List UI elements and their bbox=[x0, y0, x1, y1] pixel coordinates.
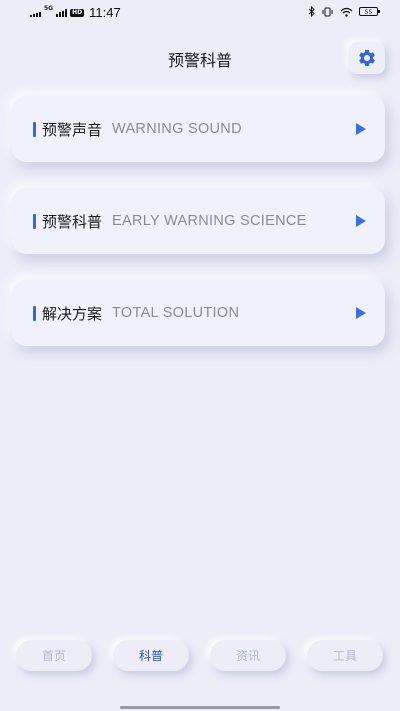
page-title: 预警科普 bbox=[167, 51, 232, 70]
card-accent-bar bbox=[33, 121, 36, 137]
card-warning-sound[interactable]: 预警声音 WARNING SOUND bbox=[12, 96, 385, 162]
vibrate-icon bbox=[322, 7, 333, 16]
tab-tools[interactable]: 工具 bbox=[307, 640, 383, 671]
card-subtitle: TOTAL SOLUTION bbox=[112, 305, 240, 321]
play-arrow-icon[interactable] bbox=[356, 307, 366, 319]
card-accent-bar bbox=[33, 305, 36, 321]
play-arrow-icon[interactable] bbox=[356, 123, 366, 135]
tab-science[interactable]: 科普 bbox=[113, 640, 189, 671]
card-title: 解决方案 bbox=[42, 304, 103, 323]
card-accent-bar bbox=[33, 213, 36, 229]
signal-icon bbox=[30, 9, 41, 17]
status-bar: 5G HD 11:47 55 bbox=[0, 0, 400, 26]
tab-home[interactable]: 首页 bbox=[16, 640, 92, 671]
signal-strength-icon bbox=[56, 8, 68, 17]
status-left: 5G HD 11:47 bbox=[30, 5, 121, 20]
bottom-tab-bar: 首页 科普 资讯 工具 bbox=[0, 632, 400, 680]
card-title: 预警科普 bbox=[42, 212, 103, 231]
settings-button[interactable] bbox=[349, 42, 385, 74]
status-right: 55 bbox=[308, 6, 380, 17]
hd-badge: HD bbox=[70, 8, 85, 17]
card-total-solution[interactable]: 解决方案 TOTAL SOLUTION bbox=[12, 280, 385, 346]
status-time: 11:47 bbox=[89, 5, 121, 20]
card-title: 预警声音 bbox=[42, 120, 103, 139]
network-type: 5G bbox=[44, 5, 54, 12]
bluetooth-icon bbox=[308, 6, 315, 17]
play-arrow-icon[interactable] bbox=[356, 215, 366, 227]
battery-icon: 55 bbox=[359, 7, 380, 16]
wifi-icon bbox=[340, 7, 353, 17]
card-early-warning-science[interactable]: 预警科普 EARLY WARNING SCIENCE bbox=[12, 188, 385, 254]
card-subtitle: EARLY WARNING SCIENCE bbox=[112, 213, 307, 229]
tab-news[interactable]: 资讯 bbox=[210, 640, 286, 671]
home-indicator[interactable] bbox=[120, 706, 280, 709]
card-subtitle: WARNING SOUND bbox=[112, 121, 242, 137]
gear-icon bbox=[359, 49, 375, 66]
